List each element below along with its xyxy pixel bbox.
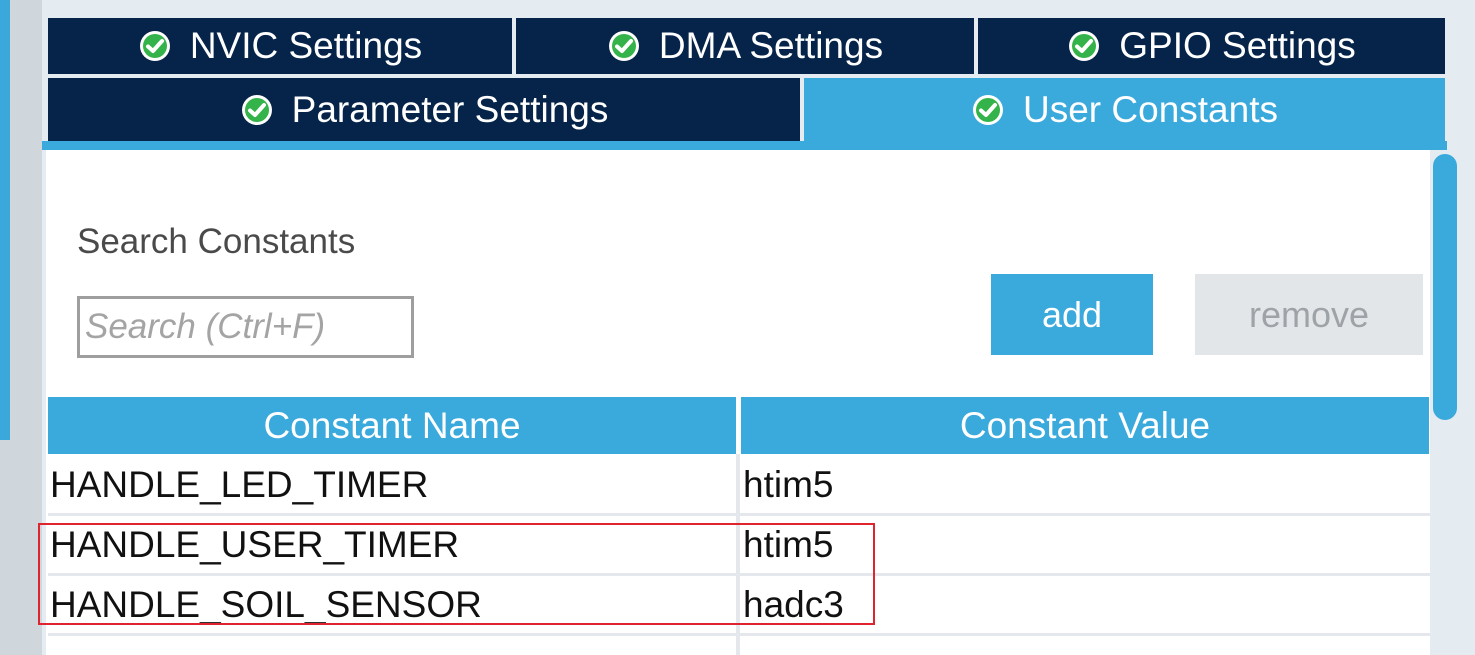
search-input[interactable] <box>77 296 414 358</box>
column-header-constant-value[interactable]: Constant Value <box>741 397 1429 454</box>
tab-label: User Constants <box>1023 88 1278 130</box>
tab-user-constants[interactable]: User Constants <box>804 78 1445 141</box>
remove-button[interactable]: remove <box>1195 274 1423 355</box>
tab-nvic-settings[interactable]: NVIC Settings <box>48 18 512 74</box>
constant-value-cell[interactable]: htim5 <box>743 517 833 573</box>
constant-value-cell[interactable]: htim5 <box>743 457 833 513</box>
tab-label: Parameter Settings <box>291 88 609 130</box>
constant-name-cell[interactable]: HANDLE_SOIL_SENSOR <box>50 577 482 633</box>
tab-parameter-settings[interactable]: Parameter Settings <box>48 78 800 141</box>
tab-label: DMA Settings <box>658 25 884 66</box>
tab-label: GPIO Settings <box>1119 25 1356 66</box>
column-divider <box>736 454 740 655</box>
left-gutter <box>10 0 42 655</box>
check-circle-icon <box>608 31 639 61</box>
constant-name-cell[interactable]: HANDLE_USER_TIMER <box>50 517 459 573</box>
constant-value-cell[interactable]: hadc3 <box>743 577 844 633</box>
tab-dma-settings[interactable]: DMA Settings <box>516 18 974 74</box>
scrollbar-thumb[interactable] <box>1433 154 1457 420</box>
left-edge-accent <box>0 0 10 440</box>
check-circle-icon <box>139 31 170 61</box>
tab-label: NVIC Settings <box>189 25 423 66</box>
constant-name-cell[interactable]: HANDLE_LED_TIMER <box>50 457 428 513</box>
active-tab-underline <box>42 141 1447 150</box>
check-circle-icon <box>241 94 272 125</box>
search-constants-label: Search Constants <box>77 222 356 261</box>
column-header-constant-name[interactable]: Constant Name <box>48 397 736 454</box>
check-circle-icon <box>1069 31 1100 61</box>
check-circle-icon <box>973 94 1003 125</box>
tab-gpio-settings[interactable]: GPIO Settings <box>978 18 1445 74</box>
add-button[interactable]: add <box>991 274 1153 355</box>
